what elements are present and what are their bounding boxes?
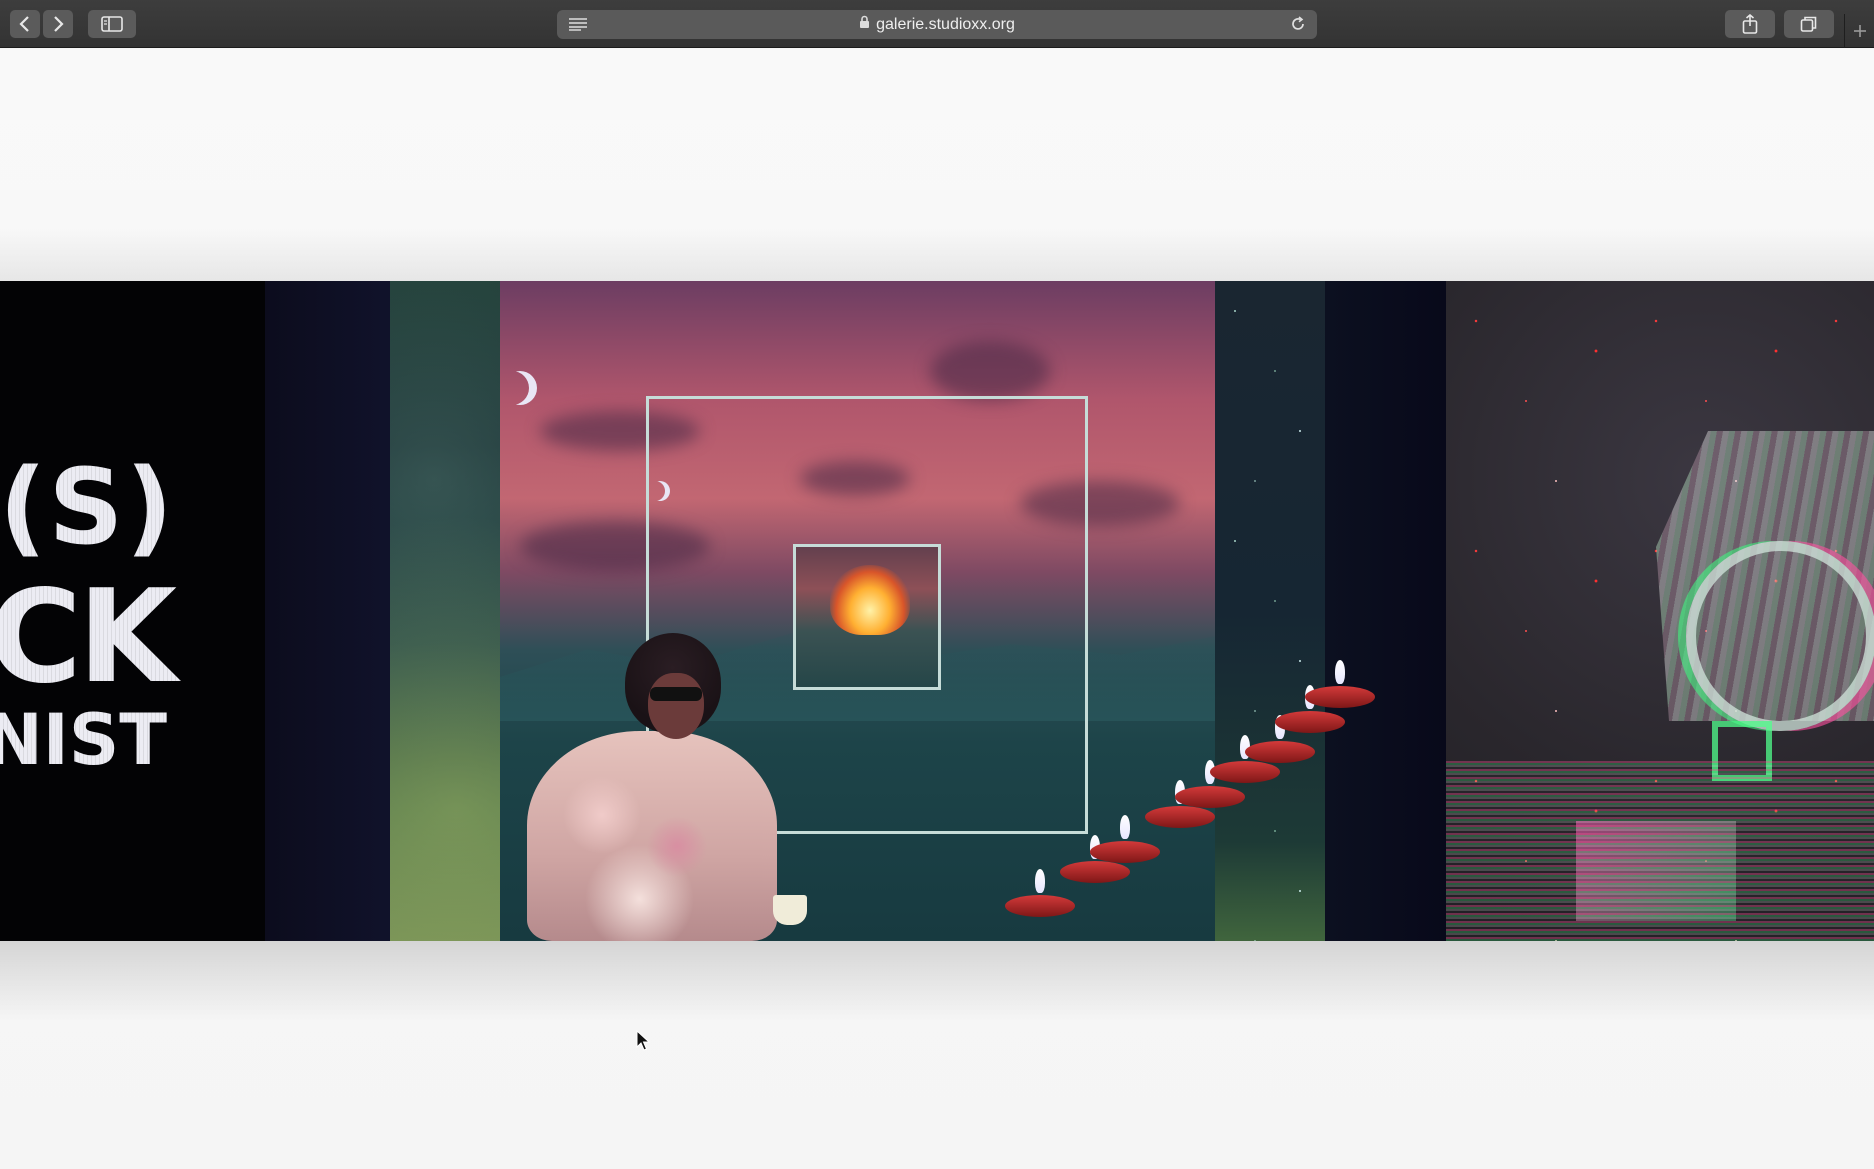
slide-title-line-3: ANIST [0,699,167,781]
glitch-scanlines [1446,761,1874,941]
candle [1210,735,1280,783]
new-tab-button[interactable] [1844,14,1874,48]
chevron-right-icon [54,16,64,32]
moon-shape [495,371,529,405]
fire-shape [830,565,910,635]
candle [1145,780,1215,828]
mouse-cursor-icon [636,1029,651,1057]
tabs-icon [1800,16,1817,32]
sidebar-icon [101,16,123,32]
candle [1245,715,1315,763]
carousel-slide-glitch[interactable] [1446,281,1874,941]
figure-body [527,731,777,941]
sidebar-toggle-button[interactable] [88,10,136,38]
figure-face [648,673,704,739]
share-icon [1742,14,1758,34]
starry-strip [1215,281,1325,941]
reader-view-button[interactable] [568,17,588,36]
inner-frame-fire [793,544,941,690]
candle [1175,760,1245,808]
carousel-slide-text-panel[interactable]: E(S) CK ANIST [0,281,265,941]
image-carousel[interactable]: E(S) CK ANIST [0,281,1874,941]
sunglasses-shape [650,687,702,701]
tabs-overview-button[interactable] [1784,10,1834,38]
candle [1005,869,1075,917]
carousel-slide-collage[interactable] [265,281,1446,941]
reload-icon [1292,16,1304,30]
candle [1090,815,1160,863]
bowl-shape [773,895,807,925]
reader-lines-icon [569,18,587,31]
chevron-left-icon [19,16,29,32]
browser-toolbar: galerie.studioxx.org [0,0,1874,48]
candle [1275,685,1345,733]
slide-title-line-1: E(S) [0,446,175,568]
back-button[interactable] [10,10,40,38]
candle [1060,835,1130,883]
forest-strip [390,281,500,941]
url-text[interactable]: galerie.studioxx.org [876,16,1015,34]
lock-icon [859,15,870,34]
address-bar[interactable]: galerie.studioxx.org [557,10,1317,39]
forward-button[interactable] [43,10,73,38]
plus-icon [1853,25,1866,37]
slide-title-line-2: CK [0,563,177,712]
candle [1305,660,1375,708]
glitch-clock-face [1686,541,1874,731]
reload-button[interactable] [1289,15,1307,38]
share-button[interactable] [1725,10,1775,38]
